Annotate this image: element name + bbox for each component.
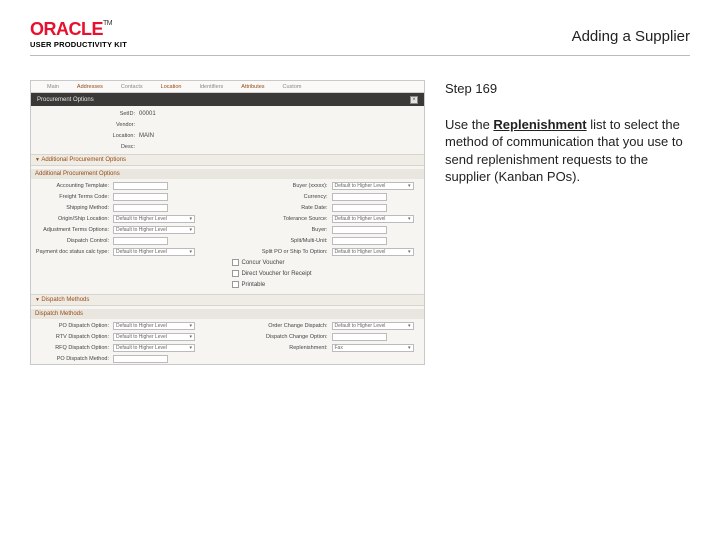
upk-label: USER PRODUCTIVITY KIT [30,40,127,49]
embedded-screenshot: Main Addresses Contacts Location Identif… [30,80,425,365]
subheader-additional-proc: Additional Procurement Options [31,169,424,179]
disp-change-label: Dispatch Change Option: [232,334,332,340]
chevron-down-icon: ▾ [189,323,192,329]
split-field[interactable] [332,237,387,245]
window-titlebar: Procurement Options × [31,93,424,106]
chevron-down-icon: ▾ [408,183,411,189]
buyer-label: Buyer: [232,227,332,233]
origin-select[interactable]: Default to Higher Level▾ [113,215,195,223]
panel-dispatch[interactable]: Dispatch Methods [31,294,424,306]
page-title: Adding a Supplier [572,28,690,45]
shipping-field[interactable] [113,204,168,212]
split-label: Split/Multi-Unit: [232,238,332,244]
splitpo-label: Split PO or Ship To Option: [232,249,332,255]
setid-value: 00001 [139,111,156,117]
concur-checkbox[interactable] [232,259,239,266]
rate-label: Rate Date: [232,205,332,211]
buyerx-label: Buyer (xxxxx): [232,183,332,189]
rtv-disp-select[interactable]: Default to Higher Level▾ [113,333,195,341]
disp-change-field[interactable] [332,333,387,341]
adjust-select[interactable]: Default to Higher Level▾ [113,226,195,234]
window-title: Procurement Options [37,97,94,103]
acct-template-field[interactable] [113,182,168,190]
freight-label: Freight Terms Code: [35,194,113,200]
po-disp-label: PO Dispatch Option: [35,323,113,329]
replenishment-select[interactable]: Fax▾ [332,344,414,352]
shipping-label: Shipping Method: [35,205,113,211]
concur-check-label: Concur Voucher [242,260,285,266]
close-icon[interactable]: × [410,96,418,104]
direct-check-label: Direct Voucher for Receipt [242,271,312,277]
chevron-down-icon: ▾ [408,249,411,255]
currency-label: Currency: [232,194,332,200]
panel-additional-proc[interactable]: Additional Procurement Options [31,154,424,166]
tab-bar: Main Addresses Contacts Location Identif… [31,81,424,93]
desc-label: Desc: [61,144,139,150]
tab-main[interactable]: Main [43,82,63,92]
location-label: Location: [61,133,139,139]
vendor-label: Vendor: [61,122,139,128]
direct-checkbox[interactable] [232,270,239,277]
chevron-down-icon: ▾ [189,216,192,222]
currency-field[interactable] [332,193,387,201]
tolerance-label: Tolerance Source: [232,216,332,222]
po-method-label: PO Dispatch Method: [35,356,113,362]
tab-attributes[interactable]: Attributes [237,82,268,92]
chevron-down-icon: ▾ [189,334,192,340]
order-change-label: Order Change Dispatch: [232,323,332,329]
splitpo-select[interactable]: Default to Higher Level▾ [332,248,414,256]
freight-field[interactable] [113,193,168,201]
rate-field[interactable] [332,204,387,212]
header-divider [30,55,690,56]
tab-addresses[interactable]: Addresses [73,82,107,92]
printable-check-label: Printable [242,282,266,288]
oracle-logo: ORACLETM [30,20,127,38]
replenishment-label: Replenishment: [232,345,332,351]
logo-block: ORACLETM USER PRODUCTIVITY KIT [30,20,127,49]
tolerance-select[interactable]: Default to Higher Level▾ [332,215,414,223]
instruction-panel: Step 169 Use the Replenishment list to s… [445,80,690,365]
chevron-down-icon: ▾ [408,323,411,329]
paydoc-select[interactable]: Default to Higher Level▾ [113,248,195,256]
origin-label: Origin/Ship Location: [35,216,113,222]
tab-identifiers[interactable]: Identifiers [195,82,227,92]
rfq-disp-select[interactable]: Default to Higher Level▾ [113,344,195,352]
tab-location[interactable]: Location [157,82,186,92]
chevron-down-icon: ▾ [408,216,411,222]
chevron-down-icon: ▾ [189,249,192,255]
buyer-field[interactable] [332,226,387,234]
chevron-down-icon: ▾ [189,345,192,351]
rtv-disp-label: RTV Dispatch Option: [35,334,113,340]
subheader-dispatch: Dispatch Methods [31,309,424,319]
chevron-down-icon: ▾ [408,345,411,351]
tab-contacts[interactable]: Contacts [117,82,147,92]
printable-checkbox[interactable] [232,281,239,288]
tab-custom[interactable]: Custom [279,82,306,92]
setid-label: SetID: [61,111,139,117]
rfq-disp-label: RFQ Dispatch Option: [35,345,113,351]
acct-template-label: Accounting Template: [35,183,113,189]
dispatchctl-field[interactable] [113,237,168,245]
order-change-select[interactable]: Default to Higher Level▾ [332,322,414,330]
buyerx-select[interactable]: Default to Higher Level▾ [332,182,414,190]
step-number: Step 169 [445,80,690,98]
paydoc-label: Payment doc status calc type: [35,249,113,255]
adjust-label: Adjustment Terms Options: [35,227,113,233]
po-disp-select[interactable]: Default to Higher Level▾ [113,322,195,330]
location-value: MAIN [139,133,154,139]
chevron-down-icon: ▾ [189,227,192,233]
dispatchctl-label: Dispatch Control: [35,238,113,244]
step-description: Use the Replenishment list to select the… [445,116,690,186]
po-method-field[interactable] [113,355,168,363]
